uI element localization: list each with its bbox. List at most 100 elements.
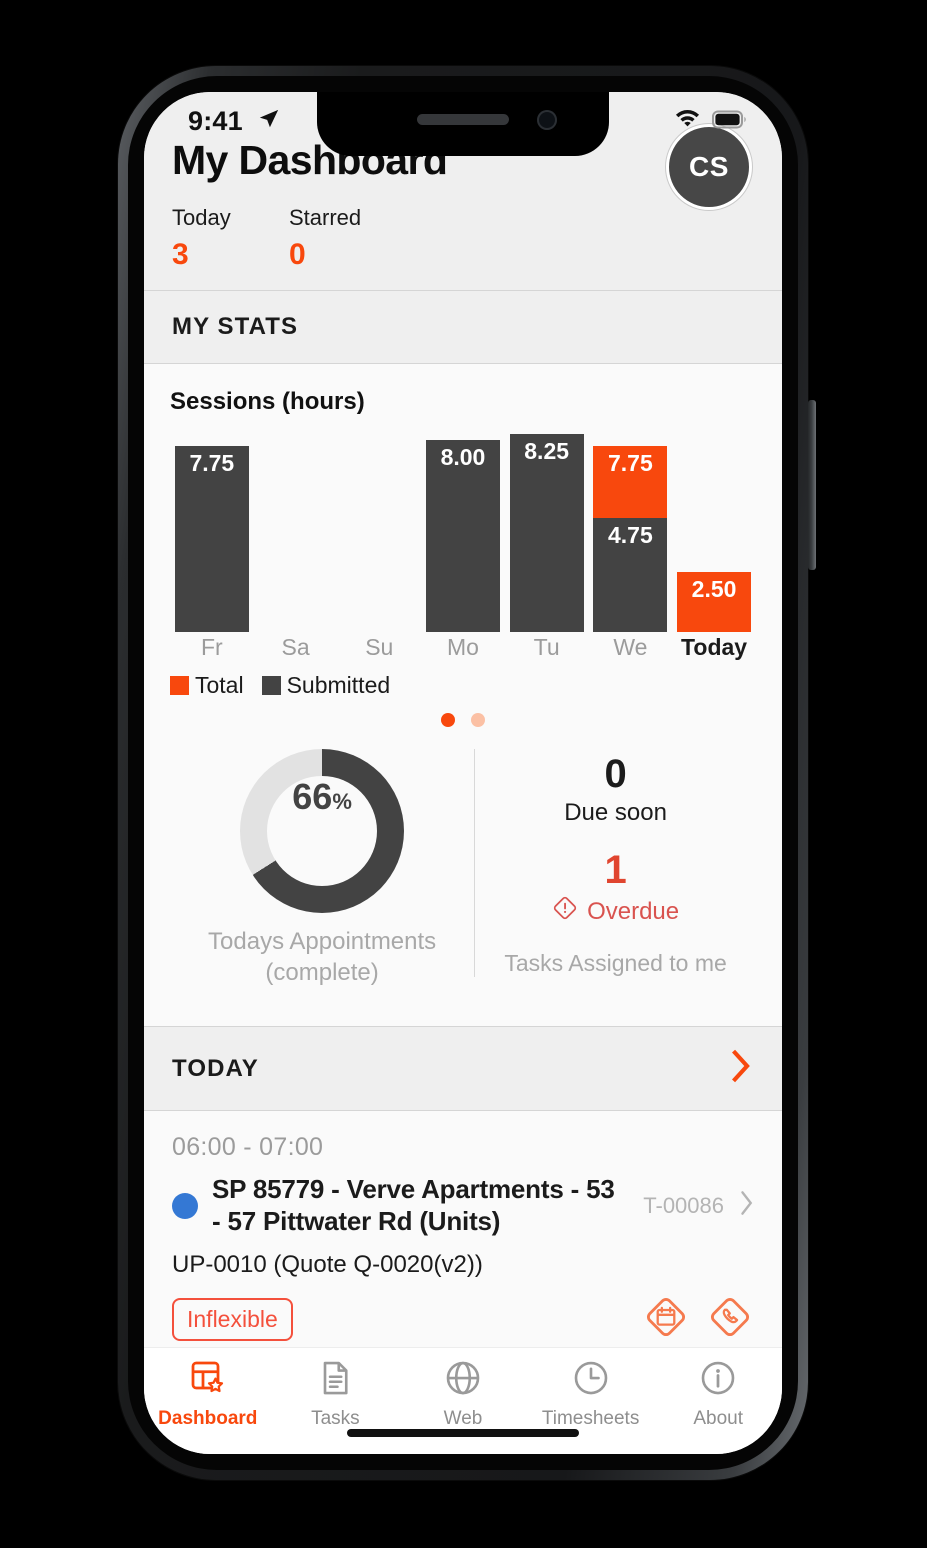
chart-bar-today[interactable]: 2.50 (672, 434, 756, 632)
phone-screen: 9:41 My Dashboard CS Today 3 Starred 0 M… (144, 92, 782, 1454)
tab-web-label: Web (443, 1408, 483, 1429)
tab-web[interactable]: Web (399, 1358, 527, 1430)
bottom-tab-bar: Dashboard Tasks Web Timesheets About (144, 1347, 782, 1454)
bar-segment-submitted: 8.25 (509, 434, 584, 632)
bar-segment-submitted: 4.75 (593, 518, 668, 632)
overdue-label: Overdue (587, 897, 680, 925)
bar-value-label: 7.75 (189, 450, 235, 476)
bar-stack: 2.50 (677, 572, 752, 632)
legend-label-submitted: Submitted (286, 672, 391, 698)
chart-bar-fr[interactable]: 7.75 (170, 434, 254, 632)
appointment-chevron-icon[interactable] (738, 1190, 754, 1221)
legend-label-total: Total (195, 672, 244, 698)
chart-x-labels: Fr Sa Su Mo Tu We Today (170, 634, 756, 666)
appointment-time-range: 06:00 - 07:00 (172, 1133, 324, 1162)
overdue-row: Overdue (475, 895, 756, 928)
chart-x-label-sa: Sa (281, 634, 310, 660)
phone-diamond-icon[interactable] (706, 1293, 754, 1346)
bar-value-label: 8.00 (440, 444, 486, 470)
battery-full-icon (712, 110, 748, 134)
today-section-header[interactable]: TODAY (144, 1026, 782, 1112)
pagination-dot-2[interactable] (471, 713, 485, 727)
tab-dashboard[interactable]: Dashboard (144, 1358, 272, 1430)
tab-timesheets[interactable]: Timesheets (527, 1358, 655, 1430)
tab-about[interactable]: About (654, 1358, 782, 1430)
today-title: TODAY (172, 1054, 259, 1082)
chart-bar-mo[interactable]: 8.00 (421, 434, 505, 632)
bar-value-label: 8.25 (524, 438, 570, 464)
chart-x-label-fr: Fr (200, 634, 223, 660)
bar-segment-total: 7.75 (593, 446, 668, 518)
tab-dashboard-label: Dashboard (158, 1408, 258, 1429)
bar-stack: 8.00 (425, 440, 500, 632)
tasks-summary-block: 0 Due soon 1 Overdue Tasks Assigned to m… (474, 749, 756, 977)
chart-x-label-today: Today (681, 634, 748, 660)
donut-caption: Todays Appointments (complete) (208, 928, 437, 986)
chevron-right-icon[interactable] (728, 1049, 754, 1088)
wifi-icon (674, 109, 701, 134)
bar-stack: 7.75 4.75 (593, 446, 668, 632)
my-stats-section-header: MY STATS (144, 290, 782, 364)
tab-timesheets-label: Timesheets (541, 1408, 640, 1429)
counter-today-value: 3 (172, 238, 189, 271)
chart-x-label-mo: Mo (446, 634, 479, 660)
donut-center: 66 % (267, 776, 378, 886)
carousel-pagination[interactable] (170, 713, 756, 727)
counter-today[interactable]: Today 3 (172, 205, 289, 272)
legend-swatch-submitted (261, 676, 281, 695)
chart-bar-su[interactable] (337, 434, 421, 632)
counter-starred[interactable]: Starred 0 (289, 205, 406, 272)
appointment-main-row: SP 85779 - Verve Apartments - 53 - 57 Pi… (172, 1174, 754, 1236)
globe-icon (443, 1358, 483, 1403)
power-button[interactable] (808, 400, 816, 570)
counter-starred-value: 0 (289, 238, 306, 271)
due-soon-count: 0 (604, 752, 627, 796)
my-stats-panel: Sessions (hours) 7.75 8.00 8.25 7.75 4.75 2.5… (144, 364, 782, 1027)
appointment-card[interactable]: 06:00 - 07:00 SP 85779 - Verve Apartment… (144, 1111, 782, 1367)
appointment-reference: T-00086 (643, 1192, 724, 1218)
home-indicator[interactable] (347, 1429, 579, 1437)
warning-diamond-icon (552, 895, 578, 928)
legend-swatch-total (170, 676, 189, 695)
chart-x-label-su: Su (365, 634, 394, 660)
chart-bar-sa[interactable] (254, 434, 338, 632)
chart-x-label-we: We (613, 634, 648, 660)
location-arrow-icon (258, 108, 280, 135)
legend-item-total: Total (170, 672, 244, 699)
phone-device-frame: 9:41 My Dashboard CS Today 3 Starred 0 M… (118, 66, 808, 1480)
status-badge: Inflexible (172, 1297, 293, 1341)
chart-title: Sessions (hours) (170, 388, 365, 415)
appointment-actions (642, 1293, 754, 1346)
pagination-dot-1[interactable] (441, 713, 455, 727)
overdue-count: 1 (604, 848, 627, 892)
info-circle-icon (698, 1358, 738, 1403)
chart-x-label-tu: Tu (533, 634, 560, 660)
chart-bar-we[interactable]: 7.75 4.75 (589, 434, 673, 632)
appointment-subtitle: UP-0010 (Quote Q-0020(v2)) (172, 1250, 483, 1278)
status-bar-indicators (674, 109, 748, 134)
due-soon-label: Due soon (564, 799, 667, 826)
bar-segment-submitted: 8.00 (425, 440, 500, 632)
tab-about-label: About (693, 1408, 743, 1429)
legend-item-submitted: Submitted (261, 672, 391, 699)
my-stats-title: MY STATS (172, 313, 299, 340)
status-bar: 9:41 (144, 92, 782, 156)
tasks-footer-label: Tasks Assigned to me (504, 950, 727, 976)
bar-value-label: 4.75 (607, 522, 653, 548)
chart-bar-tu[interactable]: 8.25 (505, 434, 589, 632)
sessions-bar-chart[interactable]: 7.75 8.00 8.25 7.75 4.75 2.50 Fr Sa Su Mo Tu We Tod… (170, 434, 756, 666)
appointment-status-dot (172, 1192, 198, 1219)
bar-segment-total: 2.50 (677, 572, 752, 632)
dashboard-star-icon (188, 1358, 228, 1403)
tab-tasks[interactable]: Tasks (272, 1358, 400, 1430)
bar-stack: 8.25 (509, 434, 584, 632)
bar-stack: 7.75 (174, 446, 249, 632)
appointment-title: SP 85779 - Verve Apartments - 53 - 57 Pi… (212, 1174, 615, 1236)
clock-icon (571, 1358, 611, 1403)
appointments-donut-chart: 66 % (240, 749, 405, 913)
chart-legend: Total Submitted (170, 672, 756, 699)
status-bar-time: 9:41 (188, 106, 243, 136)
counter-today-label: Today (172, 205, 231, 230)
counter-starred-label: Starred (289, 205, 362, 230)
calendar-diamond-icon[interactable] (642, 1293, 690, 1346)
